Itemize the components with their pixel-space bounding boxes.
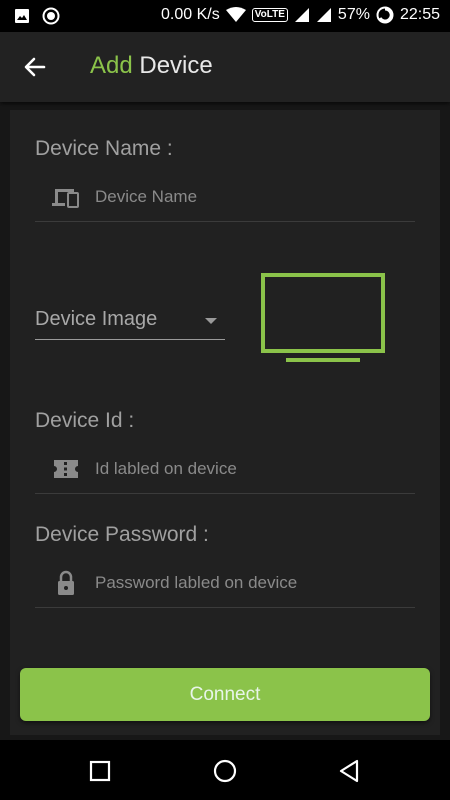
battery-icon [376,6,394,24]
triangle-back-icon [339,759,359,783]
device-password-input[interactable] [95,570,405,596]
system-nav-bar [0,740,450,800]
add-device-form: Device Name : Device Image Device Id : D… [10,110,440,735]
ticket-icon [54,460,78,478]
network-speed: 0.00 K/s [161,6,220,23]
dropdown-arrow-icon [205,318,217,324]
status-bar: 0.00 K/s VoLTE 57% 22:55 [0,0,450,32]
signal-icon [294,8,309,22]
device-name-input[interactable] [95,184,405,210]
connect-button[interactable]: Connect [20,668,430,721]
title-accent: Add [90,52,133,79]
device-id-label: Device Id : [35,409,135,432]
battery-percent: 57% [337,6,370,23]
title-rest: Device [139,52,213,79]
device-password-field [35,558,415,608]
app-bar: Add Device [0,32,450,102]
back-nav-button[interactable] [335,756,365,786]
device-password-label: Device Password : [35,523,209,546]
lock-icon [58,570,74,595]
tv-icon [261,273,385,362]
square-icon [89,760,111,782]
home-button[interactable] [210,756,240,786]
device-image-dropdown[interactable]: Device Image [35,298,225,340]
signal-roaming-icon [316,8,331,22]
device-name-label: Device Name : [35,137,173,160]
status-left-icons [14,7,60,25]
sync-notification-icon [42,7,60,25]
gallery-notification-icon [15,9,29,23]
arrow-left-icon [24,57,46,77]
back-button[interactable] [20,52,50,82]
circle-icon [213,759,237,783]
clock: 22:55 [399,6,440,23]
devices-icon [52,189,79,208]
volte-badge: VoLTE [251,8,288,22]
device-id-input[interactable] [95,456,405,482]
device-image-label: Device Image [35,308,158,330]
wifi-icon [225,7,246,22]
device-name-field [35,172,415,222]
device-id-field [35,444,415,494]
recents-button[interactable] [85,756,115,786]
page-title: Add Device [90,52,213,80]
status-right: 0.00 K/s VoLTE 57% 22:55 [161,6,440,24]
